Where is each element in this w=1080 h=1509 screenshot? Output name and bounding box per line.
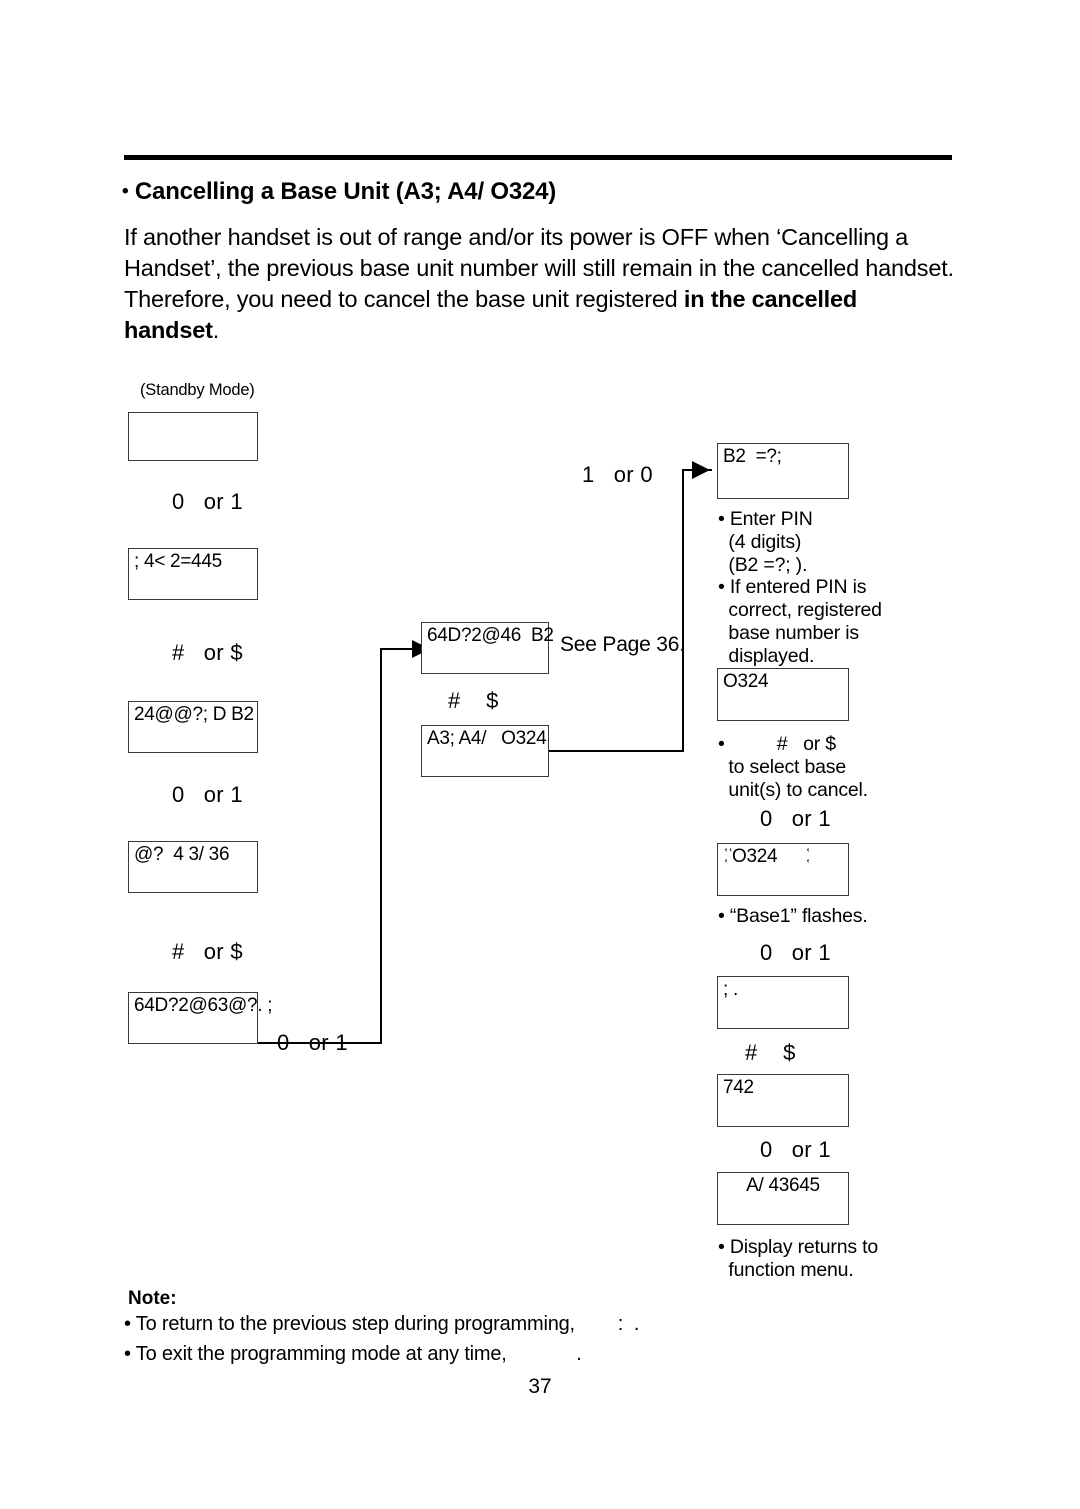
note-base1-flashes: • “Base1” flashes. — [718, 905, 868, 927]
lcd-box-yes: 742 — [717, 1074, 849, 1127]
note-enter-pin: • Enter PIN (4 digits) (B2 =?; ). — [718, 508, 813, 576]
connector-left-bottom — [258, 1042, 382, 1044]
intro-text: If another handset is out of range and/o… — [124, 222, 954, 346]
heading-bullet-icon: • — [122, 181, 129, 202]
manual-page: • Cancelling a Base Unit (A3; A4/ O324) … — [0, 0, 1080, 1509]
page-title: • Cancelling a Base Unit (A3; A4/ O324) — [122, 178, 962, 206]
keycap-step-confirm: 0 or 1 — [760, 940, 831, 965]
lcd-text: B2 =?; — [723, 446, 782, 467]
paragraph-2-tail: . — [212, 317, 220, 343]
lcd-box-pin-prompt: B2 =?; — [717, 443, 849, 499]
keycap-step-4: # or $ — [172, 939, 243, 964]
lcd-box-cancel-handset: 64D?2@63@?. ; — [128, 992, 273, 1044]
lcd-text: 64D?2@46 B2 — [427, 625, 554, 646]
standby-mode-label: (Standby Mode) — [140, 381, 255, 399]
keycap-pin-entry: 1 or 0 — [582, 462, 653, 487]
lcd-text: 24@@?; D B2 — [134, 704, 254, 725]
lcd-box-standby — [128, 412, 258, 461]
keycap-step-2: # or $ — [172, 640, 243, 665]
lcd-box-handset-setup: 24@@?; D B2 — [128, 701, 258, 753]
lcd-box-menu: ; 4< 2=445 — [128, 548, 258, 600]
note-pin-correct: • If entered PIN is correct, registered … — [718, 576, 882, 667]
lcd-text: A3; A4/ O324 — [427, 728, 547, 749]
lcd-box-registration-menu: 64D?2@46 B2 — [421, 622, 554, 674]
note-line-2: • To exit the programming mode at any ti… — [124, 1343, 582, 1365]
page-number: 37 — [528, 1375, 552, 1398]
note-line-1: • To return to the previous step during … — [124, 1313, 640, 1335]
connector-middle-out — [549, 750, 684, 752]
see-page-reference: See Page 36. — [560, 633, 685, 656]
paragraph-2-lead: Therefore, you need to cancel the base u… — [124, 286, 684, 312]
flash-mark-icon: ‛ — [724, 856, 729, 871]
lcd-box-cancel-base: A3; A4/ O324 — [421, 725, 549, 777]
lcd-text: ; 4< 2=445 — [134, 551, 222, 572]
lcd-text: @? 4 3/ 36 — [134, 844, 230, 865]
lcd-text: ; . — [723, 979, 738, 1000]
paragraph-2: Therefore, you need to cancel the base u… — [124, 284, 954, 346]
lcd-box-registration: @? 4 3/ 36 — [128, 841, 258, 893]
lcd-box-base-number: O324 — [717, 668, 849, 721]
flash-mark-icon: ‛ — [806, 856, 811, 871]
keycap-middle-step: # $ — [448, 688, 499, 713]
lcd-box-cancelled: A/ 43645 — [717, 1172, 849, 1225]
lcd-text: A/ 43645 — [746, 1175, 820, 1196]
note-select-base: • # or $ to select base unit(s) to cance… — [718, 733, 868, 801]
keycap-step-3: 0 or 1 — [172, 782, 243, 807]
note-heading: Note: — [128, 1288, 177, 1309]
arrow-right-icon — [692, 461, 710, 479]
note-display-returns: • Display returns to function menu. — [718, 1236, 878, 1281]
lcd-box-prompt: ; . — [717, 976, 849, 1029]
paragraph-1: If another handset is out of range and/o… — [124, 224, 954, 281]
keycap-confirm-base: 0 or 1 — [760, 806, 831, 831]
lcd-text: O324 — [723, 671, 769, 692]
lcd-text: 64D?2@63@?. ; — [134, 995, 273, 1016]
connector-middle-vertical — [682, 470, 684, 751]
keycap-step-select: # $ — [745, 1040, 796, 1065]
lcd-text: 742 — [723, 1077, 754, 1098]
heading-text: Cancelling a Base Unit (A3; A4/ O324) — [134, 178, 557, 205]
connector-into-middle — [380, 648, 414, 650]
keycap-step-1: 0 or 1 — [172, 489, 243, 514]
keycap-step-final: 0 or 1 — [760, 1137, 831, 1162]
connector-left-vertical — [380, 649, 382, 1044]
header-rule — [124, 155, 952, 160]
lcd-text: O324 — [732, 846, 778, 867]
lcd-box-base-flashing: O324 ‛‛ ‛ ‛ ‛ — [717, 843, 849, 896]
